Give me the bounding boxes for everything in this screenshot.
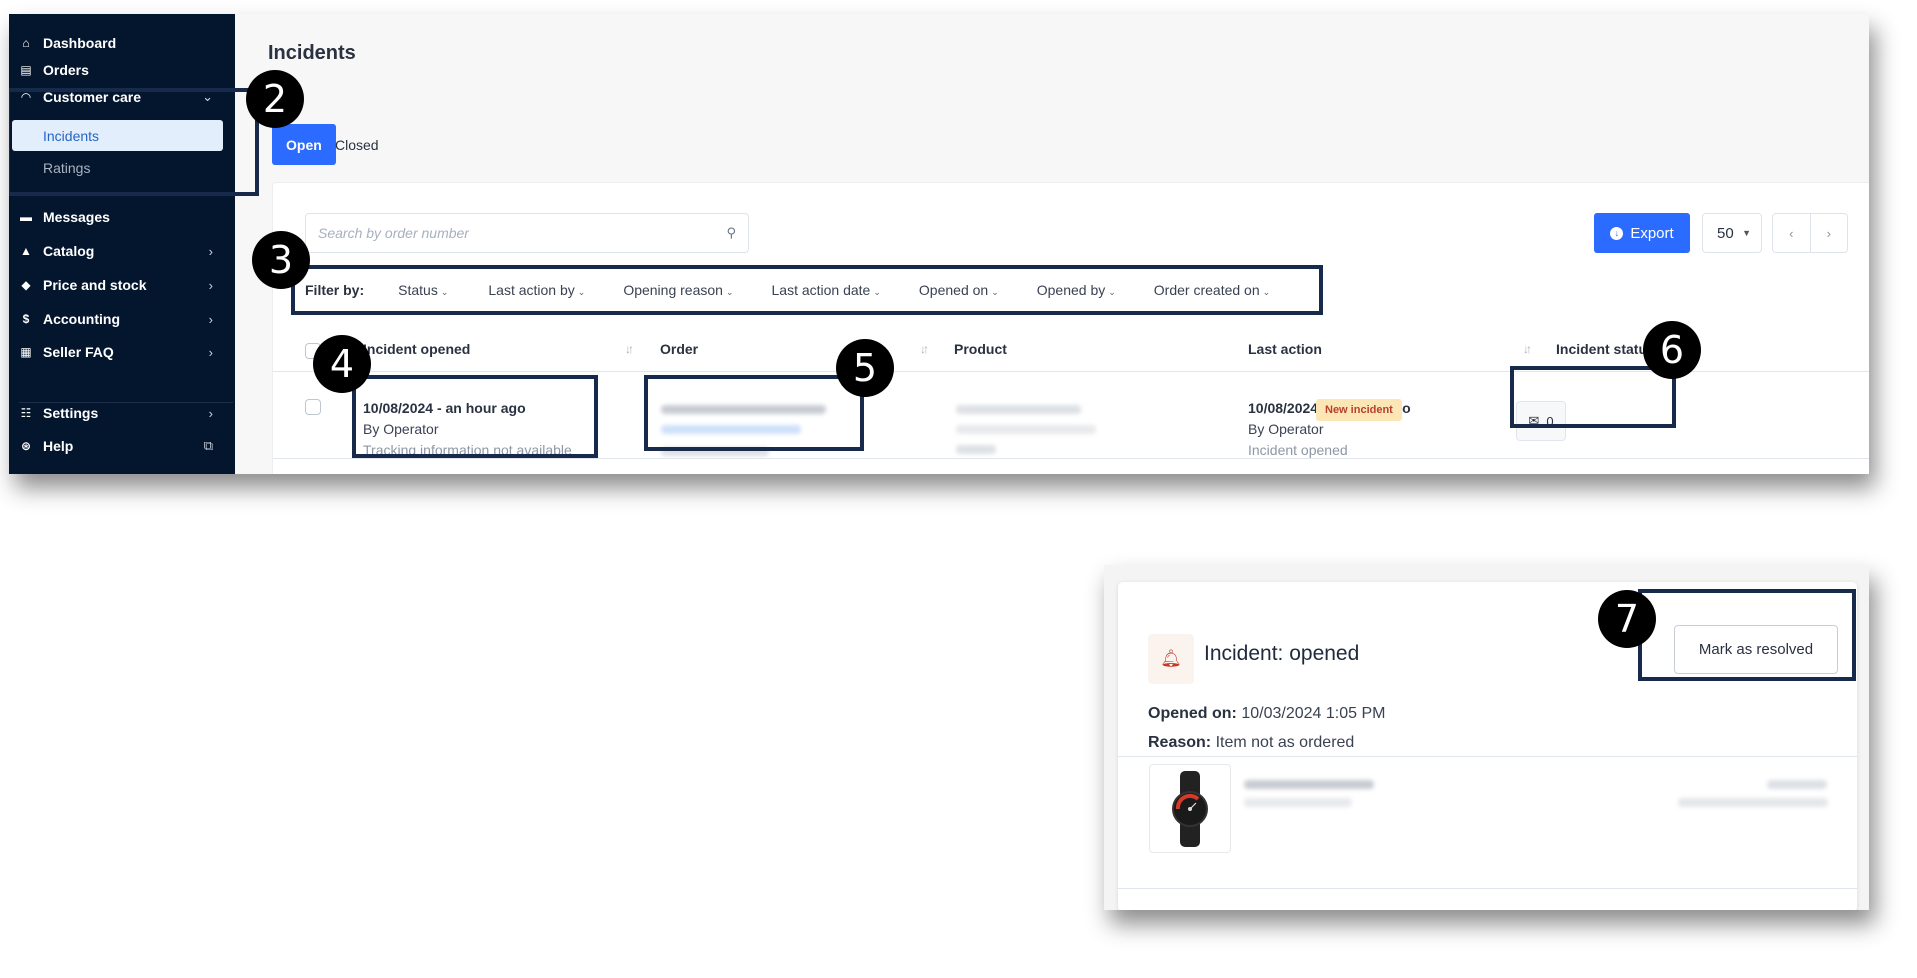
shipping-info-blurred (1678, 798, 1828, 807)
column-header-incident-opened[interactable]: Incident opened (363, 341, 470, 357)
last-action-description: Incident opened (1248, 442, 1348, 458)
tab-closed[interactable]: Closed (321, 124, 393, 165)
reason-label: Reason: (1148, 734, 1212, 751)
sidebar-item-label: Accounting (43, 311, 120, 327)
annotation-number-4: 4 (313, 335, 371, 393)
chevron-right-icon: › (208, 277, 213, 293)
opened-on-line: Opened on: 10/03/2024 1:05 PM (1148, 705, 1385, 723)
panel-divider (1118, 888, 1857, 889)
sidebar-item-label: Orders (43, 62, 89, 78)
sidebar-item-seller-faq[interactable]: ▦ Seller FAQ › (9, 337, 235, 367)
annotation-number-5: 5 (836, 339, 894, 397)
search-icon[interactable]: ⚲ (726, 225, 736, 241)
incident-title: Incident: opened (1204, 642, 1360, 665)
sidebar-item-label: Settings (43, 405, 99, 421)
incident-detail-screenshot: 🔔︎ Incident: opened Mark as resolved Ope… (1104, 565, 1869, 910)
chevron-right-icon: › (208, 344, 213, 360)
product-name-blurred (956, 405, 1081, 414)
shapes-icon: ▲ (20, 244, 32, 258)
chevron-right-icon: › (208, 405, 213, 421)
annotation-number-6: 6 (1643, 321, 1701, 379)
external-link-icon: ⧉ (203, 438, 213, 453)
chevron-right-icon: › (208, 243, 213, 259)
annotation-number-7: 7 (1598, 590, 1656, 648)
status-badge: New incident (1316, 399, 1402, 421)
lifebuoy-icon: ⊛ (20, 439, 32, 453)
column-header-last-action[interactable]: Last action (1248, 341, 1322, 357)
export-button[interactable]: ↓ Export (1594, 213, 1690, 253)
annotation-box-7 (1638, 589, 1856, 681)
annotation-box-2 (9, 88, 259, 196)
sort-icon[interactable]: ↓↑ (1523, 342, 1532, 356)
sidebar-item-orders[interactable]: ▤ Orders (9, 55, 235, 85)
annotation-number-3: 3 (252, 231, 310, 289)
sidebar-item-label: Catalog (43, 243, 95, 259)
product-image (1149, 764, 1231, 853)
clipboard-icon: ▤ (20, 63, 32, 77)
sidebar-item-messages[interactable]: ▬ Messages (9, 202, 235, 232)
chevron-right-icon: › (208, 311, 213, 327)
sidebar-item-settings[interactable]: ☷ Settings › (9, 398, 235, 428)
sidebar-item-accounting[interactable]: $ Accounting › (9, 304, 235, 334)
prev-page-button[interactable]: ‹ (1773, 214, 1810, 252)
sidebar-item-catalog[interactable]: ▲ Catalog › (9, 236, 235, 266)
search-input[interactable] (318, 225, 727, 241)
message-icon: ▬ (20, 210, 32, 224)
smartwatch-icon (1172, 770, 1208, 847)
last-action-by: By Operator (1248, 421, 1324, 437)
search-field[interactable]: ⚲ (305, 213, 749, 253)
annotation-box-3 (291, 265, 1323, 315)
sidebar: ⌂ Dashboard ▤ Orders ◠ Customer care ⌄ I… (9, 14, 235, 474)
table-row-divider (273, 458, 1869, 459)
invoice-icon: $ (22, 312, 30, 326)
reason-line: Reason: Item not as ordered (1148, 734, 1354, 752)
download-icon: ↓ (1610, 226, 1624, 240)
reason-value: Item not as ordered (1215, 734, 1355, 751)
product-subtitle-blurred (1244, 798, 1352, 807)
opened-on-label: Opened on: (1148, 705, 1237, 722)
per-page-value: 50 (1717, 224, 1734, 242)
next-page-button[interactable]: › (1809, 214, 1848, 252)
export-label: Export (1630, 224, 1674, 242)
annotation-number-2: 2 (246, 70, 304, 128)
column-header-incident-status[interactable]: Incident status (1556, 341, 1655, 357)
sidebar-item-help[interactable]: ⊛ Help ⧉ (9, 431, 235, 461)
product-sku-blurred (956, 425, 1096, 434)
column-header-order[interactable]: Order (660, 341, 698, 357)
pagination: ‹ › (1772, 213, 1848, 253)
page-title: Incidents (268, 42, 356, 64)
home-icon: ⌂ (22, 36, 30, 50)
product-title-blurred (1244, 780, 1374, 789)
sliders-icon: ☷ (20, 406, 32, 420)
sidebar-item-price-and-stock[interactable]: ◆ Price and stock › (9, 270, 235, 300)
row-checkbox[interactable] (305, 399, 321, 415)
per-page-select[interactable]: 50 ▼ (1702, 213, 1762, 253)
product-price-blurred (956, 445, 996, 454)
bell-icon: 🔔︎ (1148, 634, 1194, 684)
sort-icon[interactable]: ↓↑ (625, 342, 634, 356)
caret-down-icon: ▼ (1742, 228, 1751, 238)
sidebar-item-label: Help (43, 438, 74, 454)
sidebar-item-dashboard[interactable]: ⌂ Dashboard (9, 28, 235, 58)
sidebar-item-label: Dashboard (43, 35, 117, 51)
sort-icon[interactable]: ↓↑ (920, 342, 929, 356)
sidebar-item-label: Seller FAQ (43, 344, 114, 360)
opened-on-value: 10/03/2024 1:05 PM (1241, 705, 1386, 722)
panel-divider (1118, 756, 1857, 757)
annotation-box-4 (352, 375, 598, 458)
sidebar-item-label: Price and stock (43, 277, 147, 293)
annotation-box-5 (644, 375, 864, 451)
tag-icon: ◆ (21, 278, 31, 292)
grid-icon: ▦ (20, 345, 32, 359)
sidebar-item-label: Messages (43, 209, 110, 225)
product-price-blurred (1767, 780, 1827, 789)
annotation-box-6 (1510, 366, 1676, 428)
column-header-product[interactable]: Product (954, 341, 1007, 357)
